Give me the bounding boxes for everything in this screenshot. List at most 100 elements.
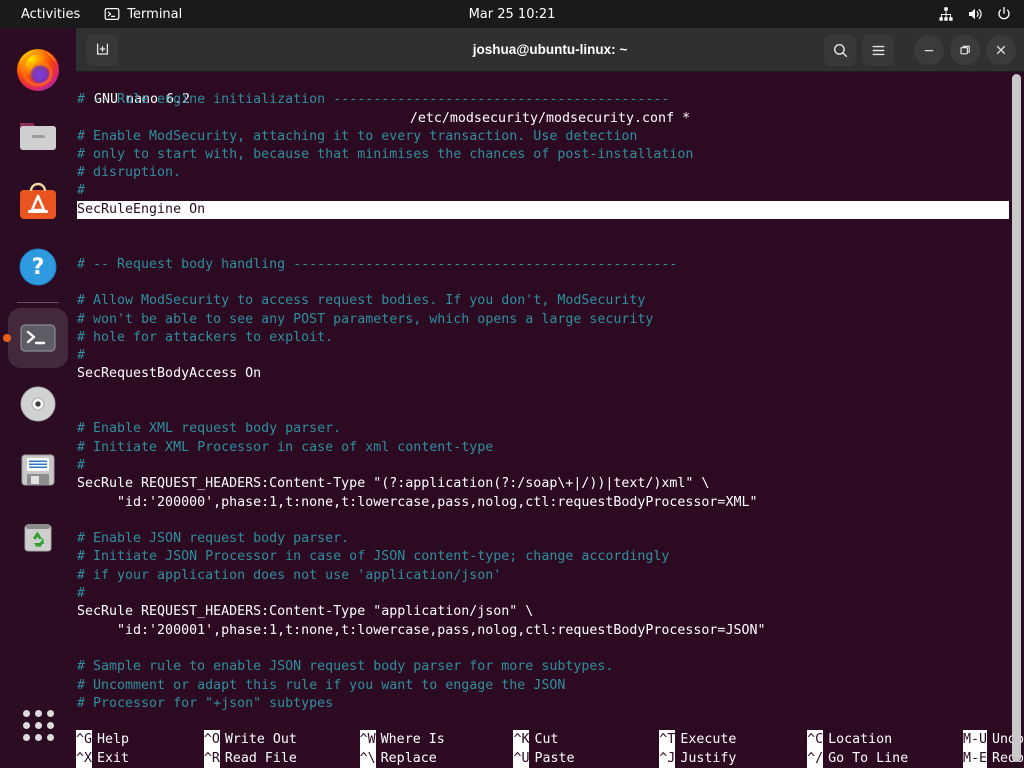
window-controls [824, 34, 1016, 66]
maximize-button[interactable] [950, 35, 980, 65]
nano-shortcut[interactable]: ^O Write Out [203, 730, 360, 749]
nano-line [77, 640, 1024, 658]
nano-comment-text: # Uncomment or adapt this rule if you wa… [77, 677, 566, 693]
ubuntu-dock: ? [0, 28, 76, 768]
nano-line: # Enable XML request body parser. [77, 420, 1024, 438]
files-icon [8, 105, 68, 165]
nano-shortcut[interactable]: ^K Cut [513, 730, 659, 749]
nano-shortcut[interactable]: ^J Justify [659, 749, 807, 768]
nano-comment-text: # [77, 348, 86, 364]
nano-shortcut[interactable]: ^X Exit [76, 749, 204, 768]
nano-shortcut-label: Paste [534, 751, 575, 766]
network-icon [938, 6, 954, 22]
nano-comment-text: # Initiate XML Processor in case of xml … [77, 439, 494, 455]
nano-shortcut[interactable]: ^C Location [807, 730, 963, 749]
help-icon: ? [8, 237, 68, 297]
dock-item-list: ? [0, 36, 76, 569]
nano-shortcut-label: Execute [680, 732, 737, 747]
show-applications-button[interactable] [0, 700, 76, 750]
dock-item-cd-drive[interactable] [0, 371, 76, 437]
nano-line: # Sample rule to enable JSON request bod… [77, 658, 1024, 676]
nano-code-text: SecRule REQUEST_HEADERS:Content-Type "(?… [77, 476, 710, 492]
nano-comment-text: # [77, 183, 86, 199]
minimize-button[interactable] [914, 35, 944, 65]
nano-editor[interactable]: GNU nano 6.2 /etc/modsecurity/modsecurit… [76, 72, 1024, 768]
nano-comment-text: # Enable ModSecurity, attaching it to ev… [77, 128, 638, 144]
nano-highlighted-line[interactable]: SecRuleEngine On [77, 200, 1009, 220]
nano-shortcut-key: ^W [359, 730, 376, 749]
nano-shortcut[interactable]: ^R Read File [203, 749, 360, 768]
nano-text-area[interactable]: # -- Rule engine initialization --------… [76, 91, 1024, 713]
window-titlebar[interactable]: joshua@ubuntu-linux: ~ [76, 28, 1024, 72]
activities-button[interactable]: Activities [12, 4, 89, 25]
nano-line [77, 512, 1024, 530]
terminal-scrollbar[interactable] [1012, 74, 1021, 762]
nano-line: # [77, 585, 1024, 603]
nano-line: # Initiate JSON Processor in case of JSO… [77, 548, 1024, 566]
nano-line [77, 402, 1024, 420]
nano-shortcut[interactable]: ^U Paste [513, 749, 659, 768]
scrollbar-thumb[interactable] [1012, 74, 1021, 762]
dock-item-disk-image[interactable] [0, 437, 76, 503]
dock-separator [17, 302, 59, 303]
nano-line: # disruption. [77, 164, 1024, 182]
dock-item-firefox[interactable] [0, 36, 76, 102]
nano-shortcut-key: ^X [76, 749, 93, 768]
clock[interactable]: Mar 25 10:21 [469, 7, 556, 22]
top-bar-app-menu[interactable]: Terminal [95, 3, 191, 25]
firefox-icon [8, 39, 68, 99]
new-tab-button[interactable] [86, 33, 118, 66]
nano-line: # won't be able to see any POST paramete… [77, 311, 1024, 329]
nano-line: SecRuleEngine On [77, 200, 1024, 220]
nano-shortcut-label: Replace [380, 751, 437, 766]
nano-line [77, 384, 1024, 402]
search-button[interactable] [824, 34, 856, 66]
close-button[interactable] [986, 35, 1016, 65]
nano-comment-text: # hole for attackers to exploit. [77, 329, 334, 345]
nano-comment-text: # [77, 457, 86, 473]
dock-item-files[interactable] [0, 102, 76, 168]
nano-line: # [77, 457, 1024, 475]
nano-line: # Uncomment or adapt this rule if you wa… [77, 677, 1024, 695]
nano-code-text [77, 238, 85, 253]
nano-code-text: SecRequestBodyAccess On [77, 366, 262, 382]
dock-item-trash[interactable] [0, 503, 76, 569]
nano-shortcut-bar: ^G Help ^O Write Out ^W Where Is ^K Cut ^T Execut… [76, 730, 1024, 768]
nano-shortcut[interactable]: ^G Help [76, 730, 204, 749]
nano-code-text: "id:'200001',phase:1,t:none,t:lowercase,… [77, 622, 766, 638]
floppy-disk-icon [8, 440, 68, 500]
nano-shortcut[interactable]: ^/ Go To Line [807, 749, 963, 768]
nano-code-text: SecRule REQUEST_HEADERS:Content-Type "ap… [77, 604, 534, 620]
dock-item-terminal[interactable] [0, 305, 76, 371]
nano-line: # only to start with, because that minim… [77, 146, 1024, 164]
nano-code-text [77, 513, 85, 528]
top-bar-app-label: Terminal [127, 6, 183, 22]
nano-comment-text: # Processor for "+json" subtypes [77, 695, 334, 711]
nano-shortcut[interactable]: ^W Where Is [359, 730, 514, 749]
nano-shortcut-label: Location [828, 732, 893, 747]
nano-shortcut[interactable]: ^T Execute [659, 730, 807, 749]
nano-title-bar: GNU nano 6.2 /etc/modsecurity/modsecurit… [76, 73, 1024, 125]
nano-comment-text: # won't be able to see any POST paramete… [77, 311, 654, 327]
nano-shortcut-label: Cut [534, 732, 559, 747]
nano-shortcut-key: M-U [962, 730, 987, 749]
dock-item-ubuntu-software[interactable] [0, 168, 76, 234]
system-status-area[interactable] [938, 0, 1012, 28]
nano-comment-text: # Allow ModSecurity to access request bo… [77, 293, 646, 309]
nano-line [77, 274, 1024, 292]
menu-button[interactable] [862, 34, 894, 66]
volume-icon [967, 6, 983, 22]
nano-line: "id:'200001',phase:1,t:none,t:lowercase,… [77, 622, 1024, 640]
nano-shortcut-row-2: ^X Exit ^R Read File ^\ Replace ^U Paste ^J Justi… [76, 749, 1024, 768]
ubuntu-software-icon [8, 171, 68, 231]
nano-comment-text: # if your application does not use 'appl… [77, 567, 502, 583]
nano-shortcut-key: ^/ [807, 749, 824, 768]
nano-line: # -- Rule engine initialization --------… [77, 91, 1024, 109]
nano-comment-text: # [77, 586, 86, 602]
nano-shortcut[interactable]: ^\ Replace [359, 749, 514, 768]
dock-item-help[interactable]: ? [0, 234, 76, 300]
nano-line [77, 219, 1024, 237]
terminal-app-icon [8, 308, 68, 368]
nano-comment-text: # Enable XML request body parser. [77, 421, 342, 437]
nano-shortcut-key: ^T [659, 730, 676, 749]
